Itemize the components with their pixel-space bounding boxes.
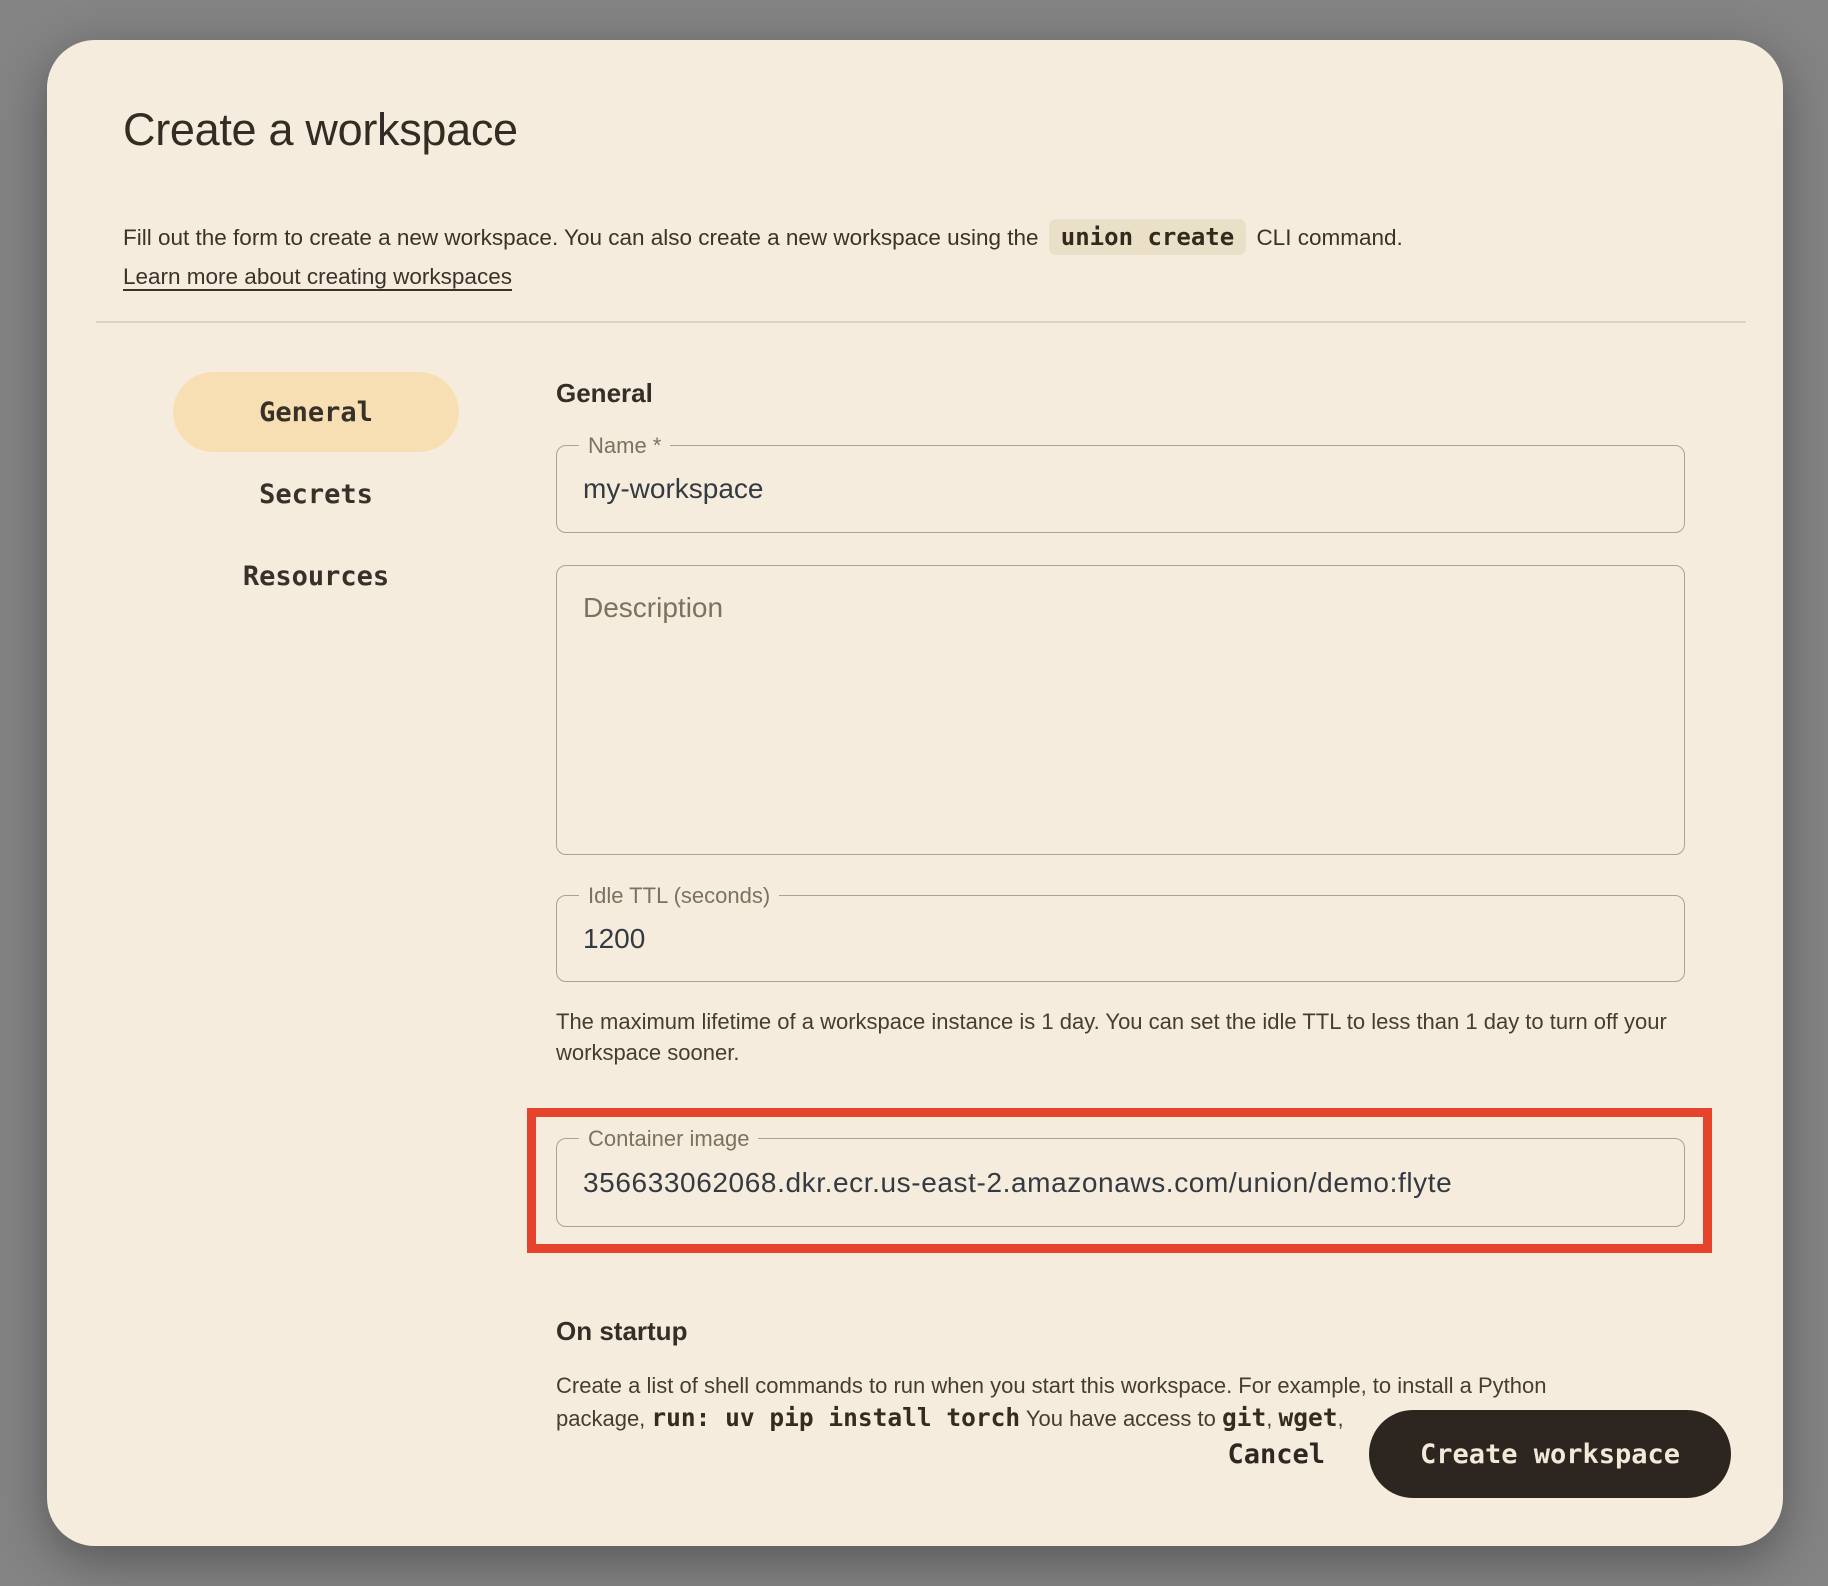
learn-more-link[interactable]: Learn more about creating workspaces — [123, 264, 512, 290]
inline-code: run: uv pip install torch — [651, 1403, 1020, 1432]
idle-ttl-field-group: Idle TTL (seconds) — [556, 895, 1685, 982]
idle-ttl-input[interactable] — [557, 896, 1684, 981]
on-startup-description-line1: Create a list of shell commands to run w… — [556, 1370, 1696, 1402]
tab-secrets[interactable]: Secrets — [173, 454, 459, 534]
general-section-heading: General — [556, 378, 653, 409]
form-column: General Name * Idle TTL (seconds) The ma… — [556, 40, 1687, 1546]
name-input[interactable] — [557, 446, 1684, 532]
footer-actions: Cancel Create workspace — [1227, 1410, 1731, 1498]
tab-resources[interactable]: Resources — [173, 536, 459, 616]
settings-nav: General Secrets Resources — [173, 372, 459, 616]
idle-ttl-helper-text: The maximum lifetime of a workspace inst… — [556, 1006, 1696, 1068]
description-textarea[interactable] — [557, 566, 1684, 854]
description-field-group — [556, 565, 1685, 855]
cancel-button[interactable]: Cancel — [1227, 1439, 1325, 1470]
tab-general[interactable]: General — [173, 372, 459, 452]
on-startup-heading: On startup — [556, 1316, 687, 1347]
container-image-input[interactable] — [557, 1139, 1684, 1226]
page-title: Create a workspace — [123, 104, 518, 156]
create-workspace-button[interactable]: Create workspace — [1369, 1410, 1731, 1498]
inline-text: You have access to — [1020, 1406, 1222, 1431]
name-field-group: Name * — [556, 445, 1685, 533]
container-image-field-group: Container image — [556, 1138, 1685, 1227]
inline-text: package, — [556, 1406, 651, 1431]
create-workspace-dialog: Create a workspace Fill out the form to … — [47, 40, 1783, 1546]
